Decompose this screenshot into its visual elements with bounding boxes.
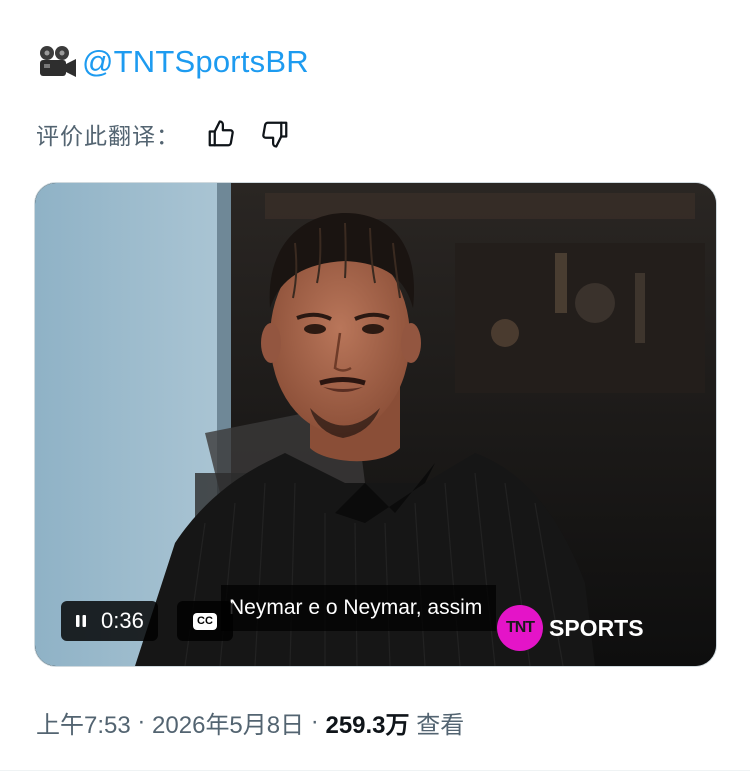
thumbs-down-icon[interactable] bbox=[260, 119, 290, 149]
tweet-time[interactable]: 上午7:53 bbox=[36, 705, 131, 740]
view-count[interactable]: 259.3万 bbox=[325, 705, 409, 740]
elapsed-time: 0:36 bbox=[101, 608, 144, 633]
view-count-label: 查看 bbox=[409, 711, 465, 739]
closed-captions-button[interactable]: CC bbox=[177, 601, 233, 641]
translation-rating-label: 评价此翻译： bbox=[36, 124, 180, 150]
meta-separator: · bbox=[304, 708, 326, 735]
pause-icon bbox=[76, 615, 86, 627]
movie-camera-icon bbox=[36, 44, 78, 80]
translation-rating-row: 评价此翻译： bbox=[36, 114, 290, 154]
thumbs-up-icon[interactable] bbox=[206, 119, 236, 149]
tweet-date[interactable]: 2026年5月8日 bbox=[152, 705, 304, 740]
tweet-handle-row: @TNTSportsBR bbox=[36, 42, 309, 82]
pause-button[interactable] bbox=[61, 601, 101, 641]
author-handle-link[interactable]: @TNTSportsBR bbox=[82, 44, 309, 80]
closed-captions-icon: CC bbox=[193, 612, 217, 630]
playback-controls: 0:36 bbox=[61, 601, 158, 641]
tnt-logo-mark: TNT bbox=[497, 605, 543, 651]
meta-separator: · bbox=[130, 708, 153, 735]
tnt-sports-logo: TNT SPORTS bbox=[497, 605, 644, 651]
video-subtitle-caption: Neymar e o Neymar, assim bbox=[221, 585, 497, 631]
tweet-metadata: 上午7:53 · 2026年5月8日 · 259.3万 查看 bbox=[36, 702, 464, 742]
video-player[interactable]: Neymar e o Neymar, assim 0:36 CC TNT SPO… bbox=[34, 182, 717, 667]
divider bbox=[0, 770, 750, 771]
tnt-logo-sports-text: SPORTS bbox=[549, 614, 644, 641]
